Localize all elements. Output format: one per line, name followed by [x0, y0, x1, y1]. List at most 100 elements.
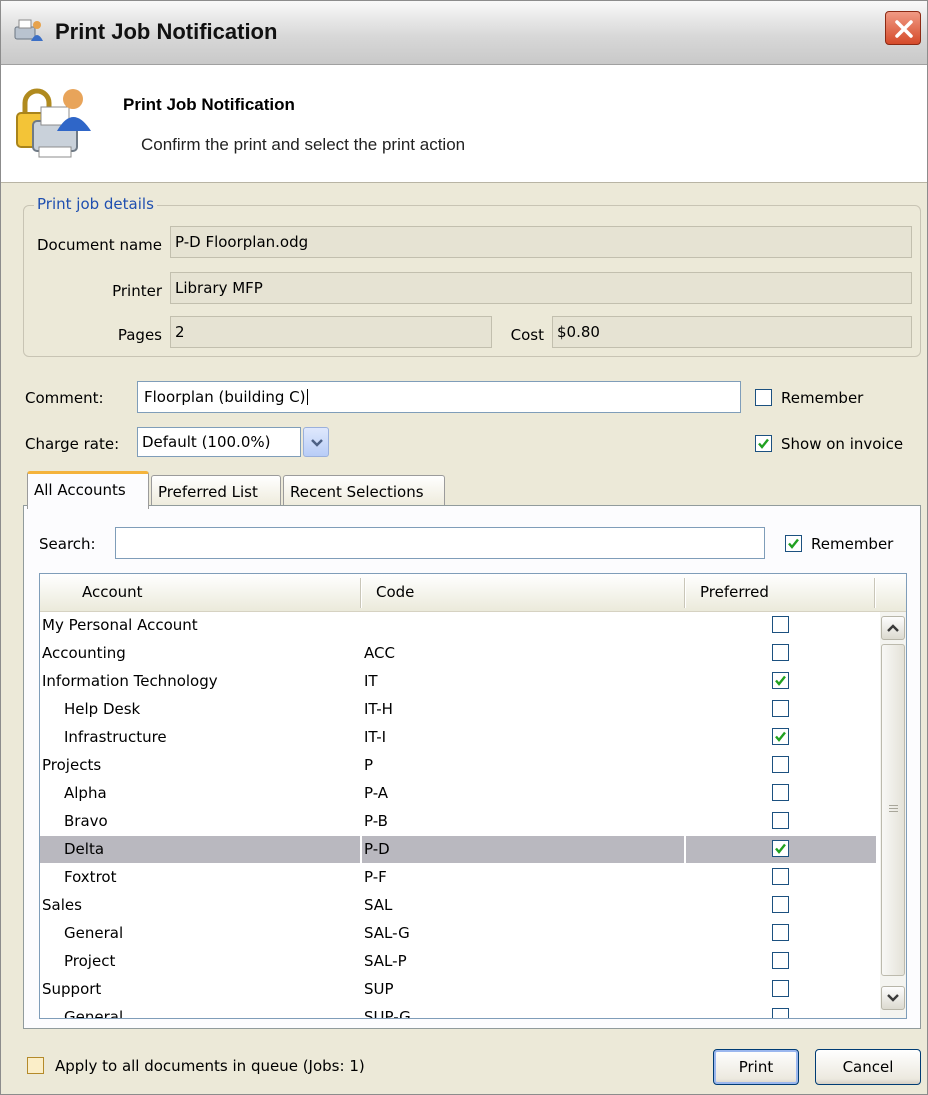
search-remember-label: Remember	[811, 535, 894, 553]
code-cell: SUP	[364, 980, 394, 998]
table-header: Account Code Preferred	[40, 574, 906, 612]
preferred-checkbox[interactable]	[772, 700, 789, 717]
preferred-checkbox[interactable]	[772, 784, 789, 801]
tab-preferred-list[interactable]: Preferred List	[151, 475, 281, 509]
account-cell: Accounting	[42, 644, 126, 662]
grip-line	[889, 805, 898, 806]
preferred-checkbox[interactable]	[772, 812, 789, 829]
preferred-checkbox[interactable]	[772, 644, 789, 661]
account-cell: Alpha	[64, 784, 107, 802]
preferred-checkbox[interactable]	[772, 952, 789, 969]
preferred-checkbox[interactable]	[772, 924, 789, 941]
check-icon	[758, 438, 769, 449]
cost-label: Cost	[510, 326, 544, 344]
tab-all-accounts[interactable]: All Accounts	[27, 471, 149, 509]
table-row[interactable]: My Personal Account	[40, 612, 878, 640]
show-on-invoice-label: Show on invoice	[781, 435, 904, 453]
account-cell: Information Technology	[42, 672, 218, 690]
column-divider[interactable]	[684, 578, 686, 608]
document-name-field: P-D Floorplan.odg	[170, 226, 912, 258]
preferred-checkbox[interactable]	[772, 980, 789, 997]
table-row[interactable]: Foxtrot P-F	[40, 864, 878, 892]
code-cell: ACC	[364, 644, 395, 662]
column-divider[interactable]	[874, 578, 876, 608]
apply-to-all-checkbox[interactable]	[27, 1057, 44, 1074]
apply-to-all-label: Apply to all documents in queue (Jobs: 1…	[55, 1057, 365, 1075]
pages-label: Pages	[117, 326, 162, 344]
comment-remember-checkbox[interactable]	[755, 389, 772, 406]
group-legend: Print job details	[34, 195, 157, 213]
grip-line	[889, 808, 898, 809]
table-row[interactable]: Bravo P-B	[40, 808, 878, 836]
account-cell: Delta	[64, 840, 105, 858]
tab-recent-selections[interactable]: Recent Selections	[283, 475, 445, 509]
code-cell: IT-I	[364, 728, 387, 746]
preferred-checkbox[interactable]	[772, 896, 789, 913]
preferred-checkbox[interactable]	[772, 1008, 789, 1018]
check-icon	[775, 731, 786, 742]
pages-field: 2	[170, 316, 492, 348]
search-input[interactable]	[115, 527, 765, 559]
check-icon	[788, 538, 799, 549]
comment-remember-label: Remember	[781, 389, 864, 407]
text-caret	[306, 389, 308, 405]
table-row[interactable]: General SUP-G	[40, 1004, 878, 1019]
printer-field: Library MFP	[170, 272, 912, 304]
table-row[interactable]: Accounting ACC	[40, 640, 878, 668]
column-divider[interactable]	[360, 578, 362, 608]
code-cell: SAL	[364, 896, 393, 914]
close-icon	[895, 20, 913, 38]
account-cell: General	[64, 1008, 124, 1019]
charge-rate-select[interactable]: Default (100.0%)	[137, 427, 301, 457]
column-header-preferred[interactable]: Preferred	[700, 583, 769, 601]
column-header-code[interactable]: Code	[376, 583, 414, 601]
table-row[interactable]: Alpha P-A	[40, 780, 878, 808]
preferred-checkbox[interactable]	[772, 868, 789, 885]
vertical-scrollbar[interactable]	[880, 612, 906, 1018]
account-cell: Bravo	[64, 812, 108, 830]
code-cell: P-A	[364, 784, 389, 802]
table-row[interactable]: Help Desk IT-H	[40, 696, 878, 724]
code-cell: P-B	[364, 812, 388, 830]
account-cell: Project	[64, 952, 116, 970]
code-cell: SAL-P	[364, 952, 407, 970]
search-remember-checkbox[interactable]	[785, 535, 802, 552]
code-cell: P-D	[364, 840, 390, 858]
table-row[interactable]: Infrastructure IT-I	[40, 724, 878, 752]
preferred-checkbox[interactable]	[772, 756, 789, 773]
table-row[interactable]: Project SAL-P	[40, 948, 878, 976]
document-name-label: Document name	[36, 236, 162, 254]
cancel-button[interactable]: Cancel	[815, 1049, 921, 1085]
preferred-checkbox[interactable]	[772, 728, 789, 745]
chevron-down-icon	[311, 439, 323, 447]
chevron-down-icon	[887, 994, 899, 1002]
print-job-details-group: Print job details Document name P-D Floo…	[23, 195, 921, 357]
account-cell: Foxtrot	[64, 868, 117, 886]
table-row[interactable]: Delta P-D	[40, 836, 878, 864]
comment-label: Comment:	[25, 389, 104, 407]
table-row[interactable]: Information Technology IT	[40, 668, 878, 696]
column-header-account[interactable]: Account	[82, 583, 143, 601]
account-cell: General	[64, 924, 124, 942]
locked-printer-user-icon	[11, 77, 93, 165]
close-button[interactable]	[885, 11, 921, 45]
account-cell: Infrastructure	[64, 728, 167, 746]
print-button[interactable]: Print	[713, 1049, 799, 1085]
preferred-checkbox[interactable]	[772, 840, 789, 857]
scroll-up-button[interactable]	[881, 616, 905, 640]
table-row[interactable]: Sales SAL	[40, 892, 878, 920]
preferred-checkbox[interactable]	[772, 616, 789, 633]
charge-rate-dropdown-button[interactable]	[303, 427, 329, 457]
table-row[interactable]: Support SUP	[40, 976, 878, 1004]
check-icon	[775, 843, 786, 854]
comment-input[interactable]: Floorplan (building C)	[137, 381, 741, 413]
show-on-invoice-checkbox[interactable]	[755, 435, 772, 452]
window-title: Print Job Notification	[55, 19, 278, 44]
scroll-thumb[interactable]	[881, 644, 905, 976]
check-icon	[775, 675, 786, 686]
table-row[interactable]: Projects P	[40, 752, 878, 780]
table-row[interactable]: General SAL-G	[40, 920, 878, 948]
scroll-down-button[interactable]	[881, 986, 905, 1010]
code-cell: IT	[364, 672, 378, 690]
preferred-checkbox[interactable]	[772, 672, 789, 689]
